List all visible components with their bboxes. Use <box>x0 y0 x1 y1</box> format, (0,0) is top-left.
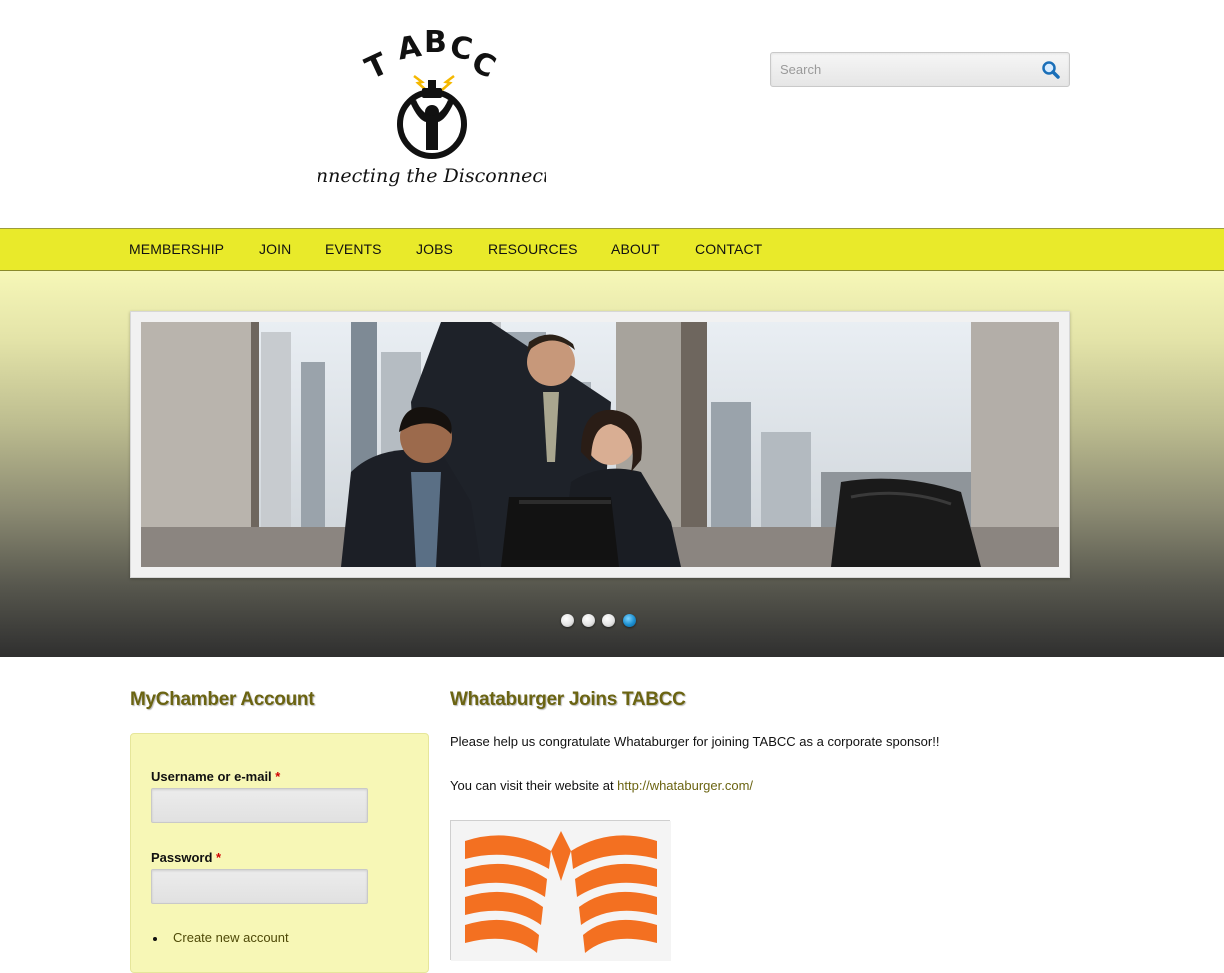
whataburger-w-logo <box>451 821 671 961</box>
slide-dot-4-active[interactable] <box>623 614 636 627</box>
search-input[interactable] <box>771 53 1033 86</box>
site-logo[interactable]: T A B C C Connecting the Disconnected <box>290 25 574 200</box>
article-title[interactable]: Whataburger Joins TABCC <box>450 689 686 711</box>
username-label: Username or e-mail * <box>151 769 280 784</box>
password-field[interactable] <box>151 869 368 904</box>
required-marker: * <box>216 850 222 865</box>
slide-dot-1[interactable] <box>561 614 574 627</box>
whataburger-logo-image[interactable] <box>450 820 671 961</box>
nav-item-contact[interactable]: CONTACT <box>695 241 762 257</box>
search-icon[interactable] <box>1041 60 1061 80</box>
login-form: Username or e-mail * Password * Create n… <box>130 733 429 973</box>
slide-frame <box>130 311 1070 578</box>
article-paragraph-1: Please help us congratulate Whataburger … <box>450 734 940 749</box>
tabcc-logo-graphic: T A B C C Connecting the Disconnected <box>290 25 574 187</box>
svg-text:B: B <box>424 30 447 60</box>
password-label-text: Password <box>151 850 213 865</box>
article-paragraph-2-text: You can visit their website at <box>450 778 618 793</box>
whataburger-link[interactable]: http://whataburger.com/ <box>617 778 753 793</box>
slide-pager <box>0 614 1224 628</box>
username-label-text: Username or e-mail <box>151 769 272 784</box>
nav-item-events[interactable]: EVENTS <box>325 241 382 257</box>
svg-text:C: C <box>447 30 475 68</box>
svg-text:A: A <box>395 30 425 67</box>
search-box <box>770 52 1070 87</box>
nav-item-jobs[interactable]: JOBS <box>416 241 453 257</box>
list-bullet <box>153 937 157 941</box>
nav-item-resources[interactable]: RESOURCES <box>488 241 578 257</box>
svg-text:T: T <box>360 46 394 87</box>
mychamber-account-title: MyChamber Account <box>130 689 315 710</box>
slide-dot-3[interactable] <box>602 614 615 627</box>
main-navigation: MEMBERSHIP JOIN EVENTS JOBS RESOURCES AB… <box>0 228 1224 271</box>
create-account-link[interactable]: Create new account <box>173 930 289 945</box>
username-field[interactable] <box>151 788 368 823</box>
nav-item-about[interactable]: ABOUT <box>611 241 660 257</box>
article-paragraph-2: You can visit their website at http://wh… <box>450 778 753 793</box>
hero-slideshow <box>0 271 1224 657</box>
required-marker: * <box>275 769 281 784</box>
logo-tagline: Connecting the Disconnected <box>318 165 546 187</box>
slide-image[interactable] <box>141 322 1059 567</box>
password-label: Password * <box>151 850 221 865</box>
nav-item-join[interactable]: JOIN <box>259 241 291 257</box>
nav-item-membership[interactable]: MEMBERSHIP <box>129 241 224 257</box>
slide-dot-2[interactable] <box>582 614 595 627</box>
site-header: T A B C C Connecting the Disconnected <box>0 0 1224 228</box>
